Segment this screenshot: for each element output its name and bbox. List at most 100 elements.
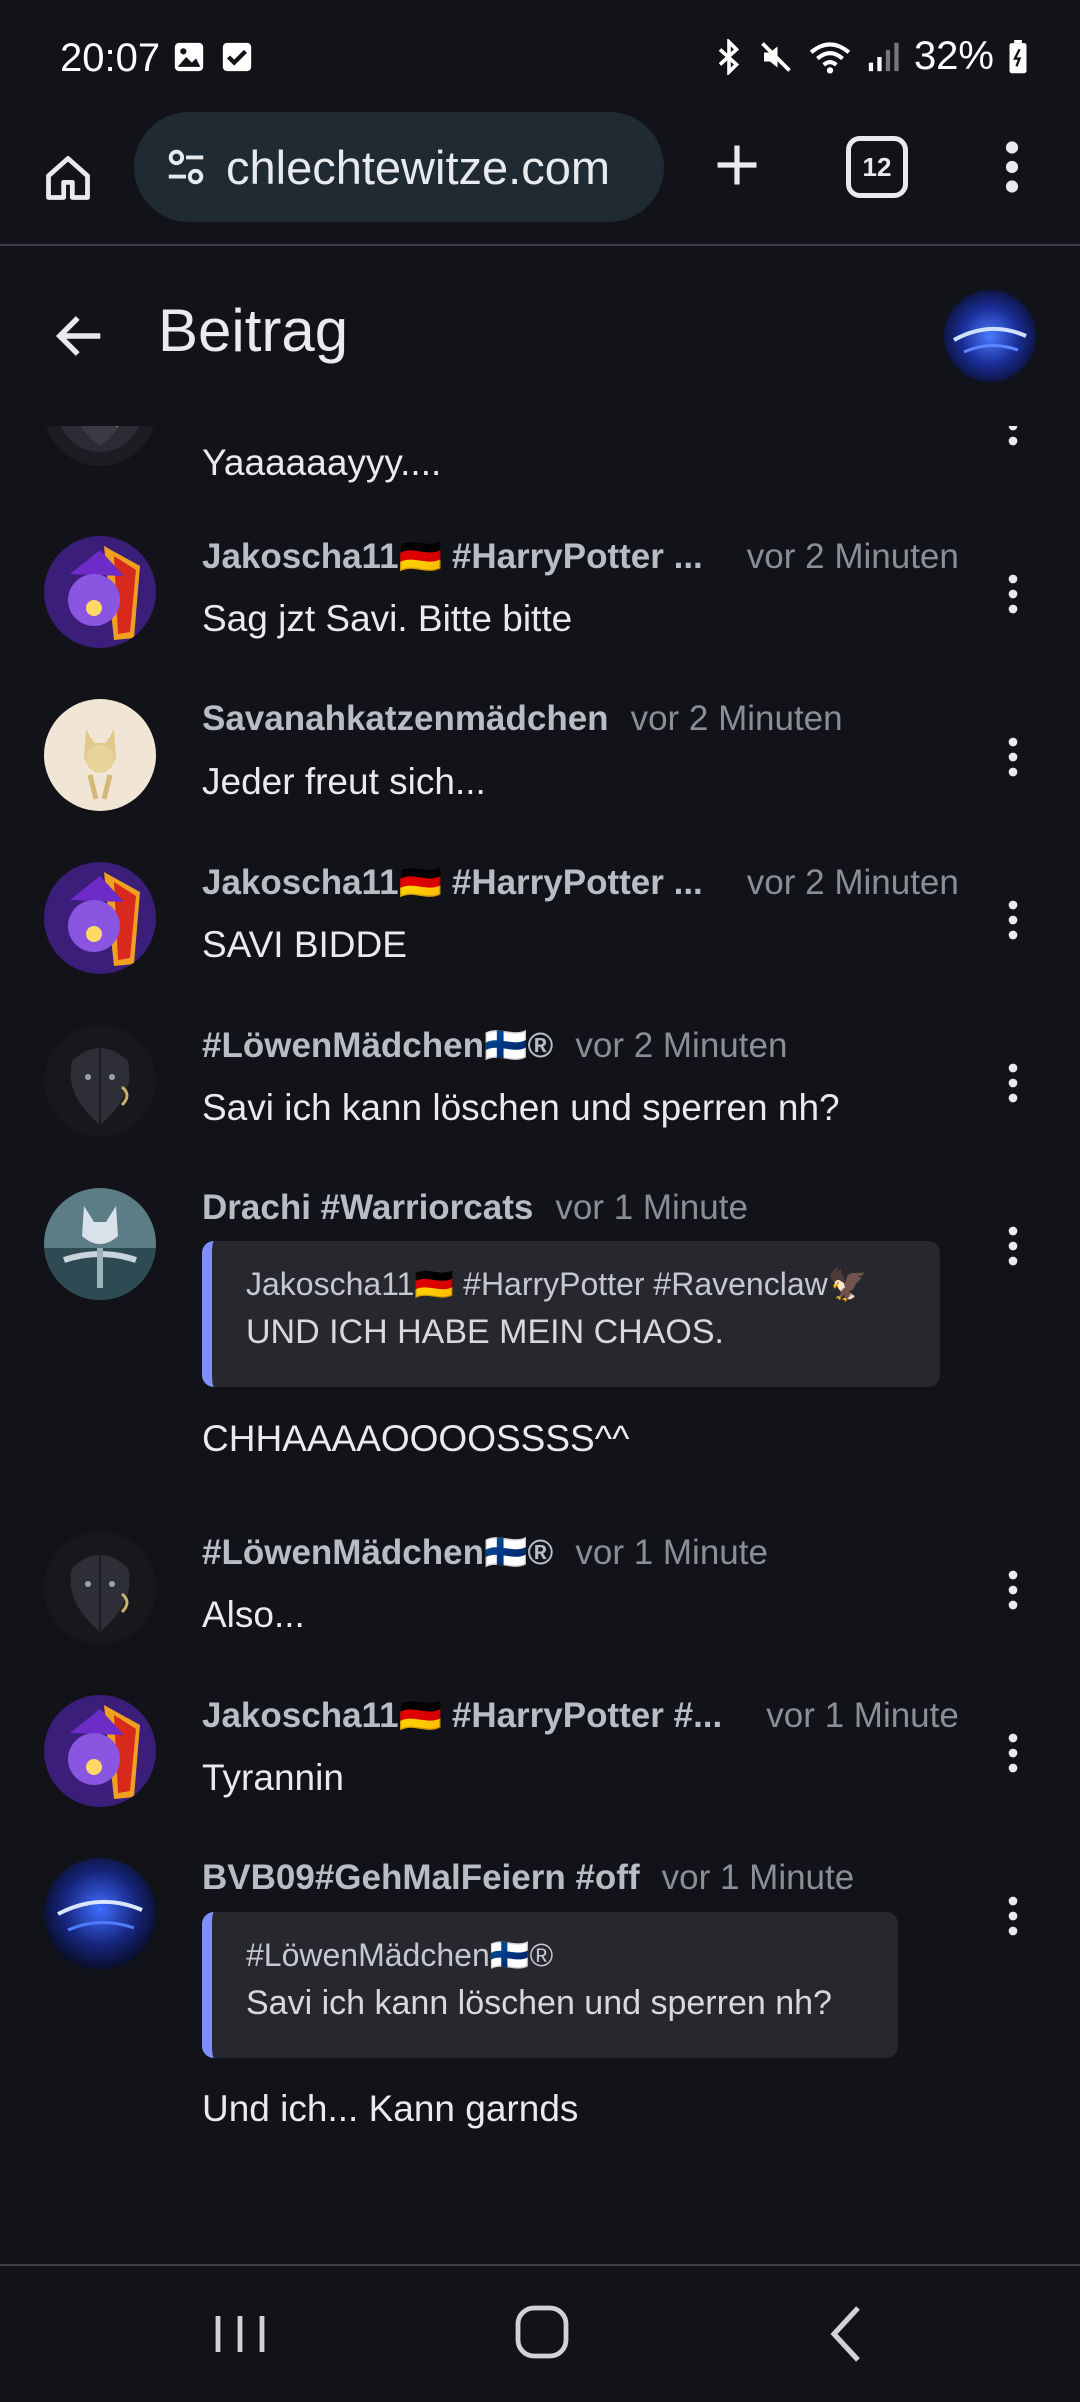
comment-text: Yaaaaaayyy....	[202, 442, 442, 483]
comment-item: Savanahkatzenmädchen vor 2 Minuten Jeder…	[0, 699, 1080, 849]
quoted-comment[interactable]: #LöwenMädchen🇫🇮® Savi ich kann löschen u…	[202, 1912, 898, 2058]
comment-menu-button[interactable]	[998, 1560, 1028, 1620]
avatar[interactable]	[44, 862, 156, 974]
quote-author: Jakoscha11🇩🇪 #HarryPotter #Ravenclaw🦅	[246, 1266, 868, 1302]
comment-item: Yaaaaaayyy....	[0, 426, 1080, 496]
avatar[interactable]	[44, 1025, 156, 1137]
comment-text: Tyrannin	[202, 1757, 344, 1798]
comment-text: Also...	[202, 1594, 305, 1635]
author-name[interactable]: Jakoscha11🇩🇪 #HarryPotter #...	[202, 1695, 722, 1736]
quote-text: UND ICH HABE MEIN CHAOS.	[246, 1313, 724, 1351]
author-name[interactable]: Savanahkatzenmädchen	[202, 699, 609, 739]
comment-feed: Yaaaaaayyy.... Jakoscha11🇩🇪 #HarryPotter…	[0, 426, 1080, 2264]
new-tab-button[interactable]	[702, 130, 772, 200]
comment-menu-button[interactable]	[998, 1723, 1028, 1783]
timestamp: vor 2 Minuten	[630, 699, 843, 738]
page-title: Beitrag	[158, 297, 349, 364]
notification-icons	[172, 40, 254, 74]
bluetooth-icon	[718, 38, 740, 75]
avatar[interactable]	[44, 699, 156, 811]
author-name[interactable]: #LöwenMädchen🇫🇮®	[202, 1532, 553, 1573]
comment-text: SAVI BIDDE	[202, 924, 407, 965]
author-name[interactable]: #LöwenMädchen🇫🇮®	[202, 1025, 553, 1066]
comment-menu-button[interactable]	[998, 564, 1028, 624]
system-nav-bar	[0, 2264, 1080, 2402]
quote-author: #LöwenMädchen🇫🇮®	[246, 1937, 554, 1973]
user-avatar[interactable]	[944, 290, 1036, 382]
home-nav-button[interactable]	[514, 2304, 570, 2360]
more-vertical-icon	[1008, 1896, 1018, 1936]
comment-header: Drachi #Warriorcats vor 1 Minute	[202, 1188, 748, 1228]
more-vertical-icon	[1008, 1063, 1018, 1103]
arrow-left-icon	[55, 316, 101, 356]
comment-menu-button[interactable]	[998, 890, 1028, 950]
timestamp: vor 2 Minuten	[746, 863, 959, 902]
more-vertical-icon	[1008, 1570, 1018, 1610]
comment-header: BVB09#GehMalFeiern #off vor 1 Minute	[202, 1858, 854, 1898]
home-button[interactable]	[38, 134, 98, 222]
site-settings-icon[interactable]	[158, 139, 214, 195]
comment-item: Jakoscha11🇩🇪 #HarryPotter ... vor 2 Minu…	[0, 862, 1080, 1012]
comment-item: Drachi #Warriorcats vor 1 Minute Jakosch…	[0, 1188, 1080, 1508]
comment-text: Sag jzt Savi. Bitte bitte	[202, 598, 573, 639]
comment-header: Jakoscha11🇩🇪 #HarryPotter ... vor 2 Minu…	[202, 536, 959, 577]
avatar[interactable]	[44, 1188, 156, 1300]
comment-text: Jeder freut sich...	[202, 761, 486, 802]
comment-header: #LöwenMädchen🇫🇮® vor 1 Minute	[202, 1532, 768, 1573]
author-name[interactable]: Jakoscha11🇩🇪 #HarryPotter ...	[202, 536, 703, 577]
battery-icon	[1009, 39, 1027, 73]
comment-menu-button[interactable]	[998, 426, 1028, 456]
avatar[interactable]	[44, 1858, 156, 1970]
status-time: 20:07	[60, 36, 161, 80]
comment-text: CHHAAAAOOOOSSSS^^	[202, 1418, 630, 1459]
more-vertical-icon	[1008, 426, 1018, 446]
plus-icon	[717, 145, 757, 185]
comment-text: Und ich... Kann garnds	[202, 2088, 579, 2129]
avatar[interactable]	[44, 536, 156, 648]
more-vertical-icon	[1008, 900, 1018, 940]
check-box-icon	[222, 42, 252, 72]
more-vertical-icon	[1008, 1226, 1018, 1266]
more-vertical-icon	[1008, 574, 1018, 614]
battery-level: 32%	[913, 34, 994, 78]
comment-menu-button[interactable]	[998, 1886, 1028, 1946]
comment-item: BVB09#GehMalFeiern #off vor 1 Minute #Lö…	[0, 1858, 1080, 2178]
author-name[interactable]: BVB09#GehMalFeiern #off	[202, 1858, 640, 1898]
system-status-icons: 32%	[714, 34, 1028, 79]
comment-item: #LöwenMädchen🇫🇮® vor 1 Minute Also...	[0, 1532, 1080, 1682]
comment-item: Jakoscha11🇩🇪 #HarryPotter #... vor 1 Min…	[0, 1695, 1080, 1845]
author-name[interactable]: Jakoscha11🇩🇪 #HarryPotter ...	[202, 862, 703, 903]
signal-icon	[868, 42, 899, 71]
timestamp: vor 1 Minute	[555, 1188, 748, 1227]
address-bar[interactable]: chlechtewitze.com	[134, 112, 664, 222]
status-bar: 20:07 32%	[0, 0, 1080, 112]
more-vertical-icon	[1005, 141, 1019, 193]
timestamp: vor 2 Minuten	[746, 537, 959, 576]
page-header: Beitrag	[0, 246, 1080, 426]
comment-header: Savanahkatzenmädchen vor 2 Minuten	[202, 699, 843, 739]
more-vertical-icon	[1008, 737, 1018, 777]
comment-menu-button[interactable]	[998, 1216, 1028, 1276]
comment-header: Jakoscha11🇩🇪 #HarryPotter #... vor 1 Min…	[202, 1695, 959, 1736]
tab-switcher-button[interactable]: 12	[846, 136, 908, 198]
recent-apps-button[interactable]	[210, 2312, 270, 2356]
timestamp: vor 1 Minute	[766, 1696, 959, 1735]
avatar[interactable]	[44, 1695, 156, 1807]
comment-item: Jakoscha11🇩🇪 #HarryPotter ... vor 2 Minu…	[0, 536, 1080, 686]
gallery-icon	[174, 42, 204, 72]
back-nav-button[interactable]	[826, 2304, 866, 2364]
more-vertical-icon	[1008, 1733, 1018, 1773]
comment-header: #LöwenMädchen🇫🇮® vor 2 Minuten	[202, 1025, 787, 1066]
comment-menu-button[interactable]	[998, 727, 1028, 787]
comment-text: Savi ich kann löschen und sperren nh?	[202, 1087, 840, 1128]
comment-menu-button[interactable]	[998, 1053, 1028, 1113]
avatar[interactable]	[44, 1532, 156, 1644]
avatar[interactable]	[44, 426, 156, 466]
browser-menu-button[interactable]	[992, 130, 1032, 204]
wifi-icon	[809, 41, 851, 73]
quoted-comment[interactable]: Jakoscha11🇩🇪 #HarryPotter #Ravenclaw🦅 UN…	[202, 1241, 940, 1387]
back-button[interactable]	[50, 306, 110, 366]
url-text[interactable]: chlechtewitze.com	[226, 140, 610, 195]
comment-header: Jakoscha11🇩🇪 #HarryPotter ... vor 2 Minu…	[202, 862, 959, 903]
author-name[interactable]: Drachi #Warriorcats	[202, 1188, 533, 1228]
